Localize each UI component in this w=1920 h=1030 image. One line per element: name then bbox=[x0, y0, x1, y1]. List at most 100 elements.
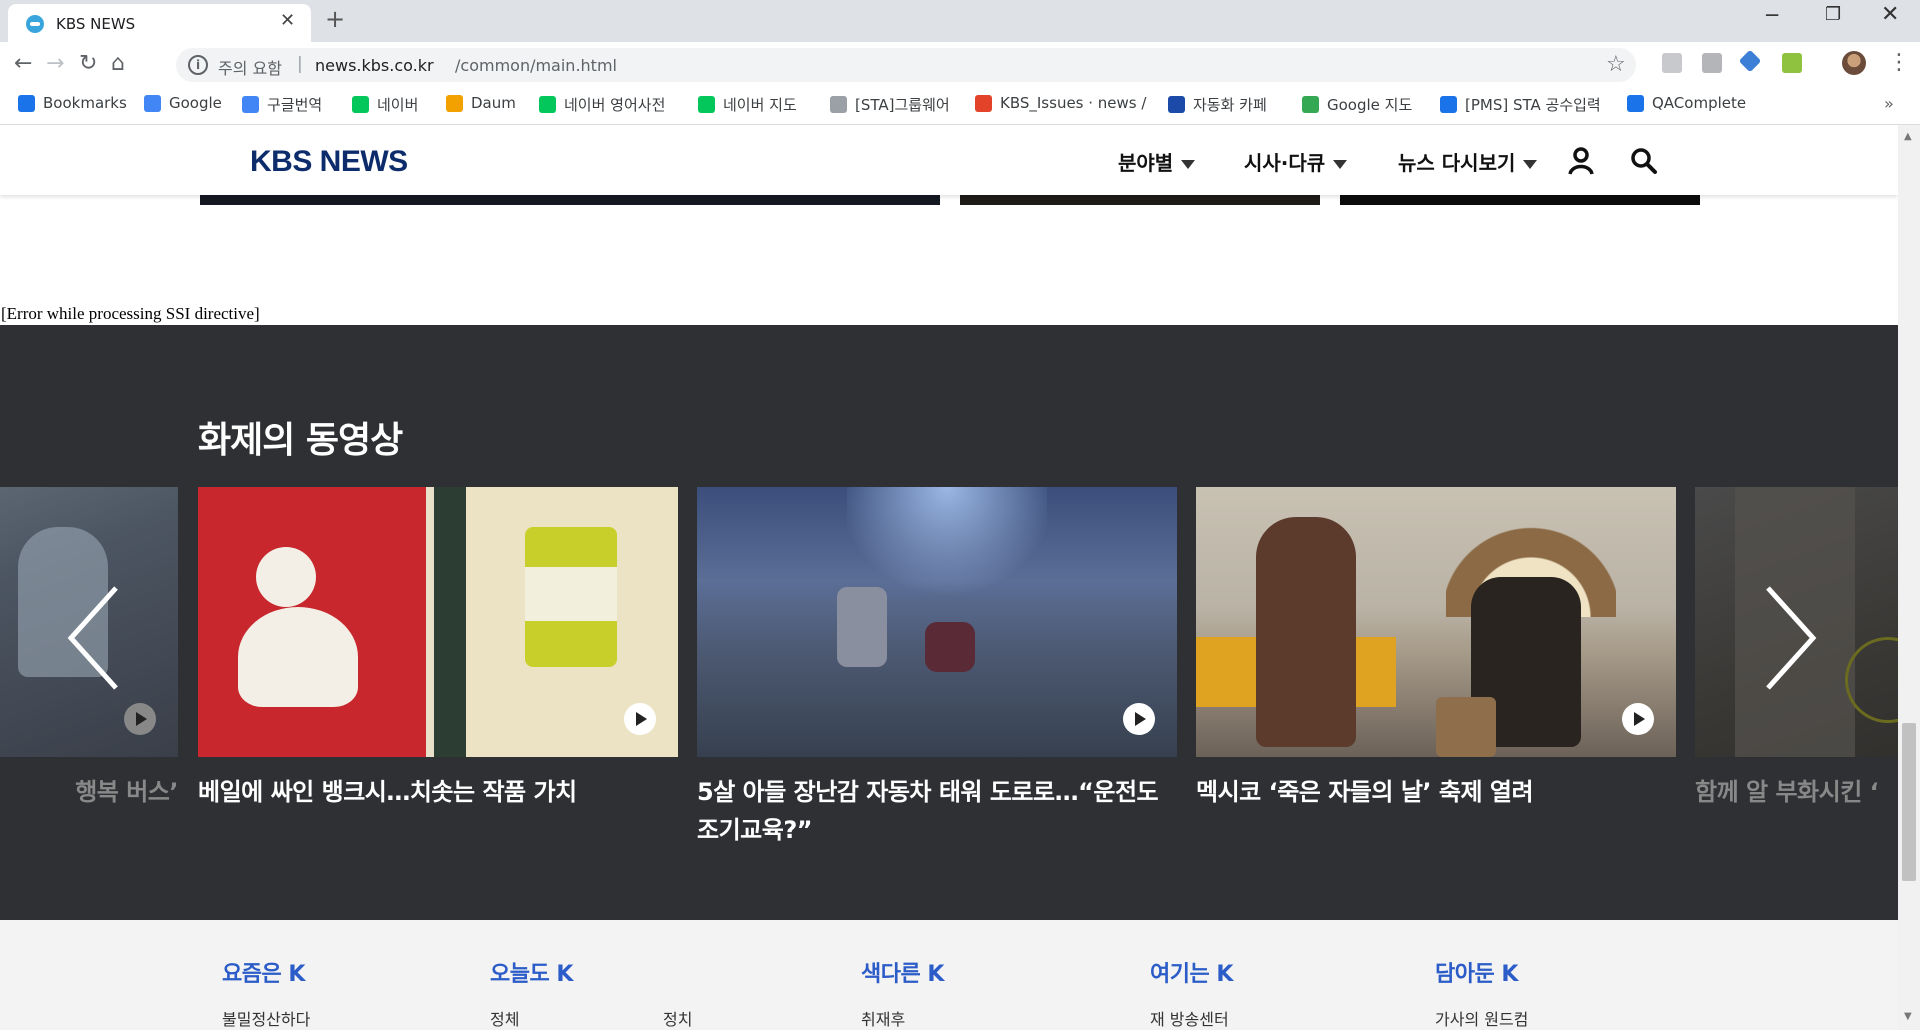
footer-link[interactable]: 정체 bbox=[490, 1006, 519, 1030]
footer-heading[interactable]: 담아둔 K bbox=[1435, 956, 1518, 988]
bookmarks-overflow-icon[interactable]: » bbox=[1884, 94, 1894, 113]
bookmark-label: Daum bbox=[471, 94, 516, 112]
naver-icon bbox=[698, 96, 715, 113]
footer-heading[interactable]: 오늘도 K bbox=[490, 956, 573, 988]
profile-avatar[interactable] bbox=[1842, 51, 1866, 75]
video-title[interactable]: 베일에 싸인 뱅크시…치솟는 작품 가치 bbox=[198, 773, 678, 811]
scroll-thumb[interactable] bbox=[1902, 723, 1916, 881]
info-icon[interactable]: i bbox=[188, 55, 208, 75]
bookmark-label: [STA]그룹웨어 bbox=[855, 96, 950, 114]
video-title[interactable]: 함께 알 부화시킨 ‘ bbox=[1695, 773, 1898, 811]
page-scrollbar[interactable]: ▲ ▼ bbox=[1898, 125, 1920, 1030]
user-icon[interactable] bbox=[1568, 147, 1594, 175]
video-thumbnail[interactable] bbox=[1196, 487, 1676, 757]
sta-icon bbox=[1168, 96, 1185, 113]
bookmark-label: 네이버 bbox=[377, 96, 419, 114]
footer-heading[interactable]: 여기는 K bbox=[1150, 956, 1233, 988]
url-separator: | bbox=[297, 54, 303, 74]
pms-icon bbox=[1440, 96, 1457, 113]
menu-kebab-icon[interactable]: ⋮ bbox=[1888, 50, 1910, 75]
bookmark-item[interactable]: 네이버 bbox=[352, 94, 418, 115]
play-icon[interactable] bbox=[124, 703, 156, 735]
bookmark-item[interactable]: Google 지도 bbox=[1302, 94, 1412, 115]
video-title[interactable]: 5살 아들 장난감 자동차 태워 도로로…“운전도 조기교육?” bbox=[697, 773, 1177, 849]
qa-icon bbox=[1627, 94, 1644, 112]
caret-down-icon bbox=[1333, 160, 1348, 169]
site-header: KBS NEWS 분야별 시사·다큐 뉴스 다시보기 bbox=[0, 125, 1898, 195]
bookmark-item[interactable]: 구글번역 bbox=[242, 94, 322, 115]
carousel-next-arrow-icon[interactable] bbox=[1758, 583, 1818, 693]
extension-ex-icon[interactable] bbox=[1702, 53, 1722, 73]
new-tab-icon[interactable]: + bbox=[325, 5, 345, 33]
footer-link[interactable]: 가사의 원드컴 bbox=[1435, 1006, 1528, 1030]
bookmark-item[interactable]: Google bbox=[144, 94, 222, 112]
video-title[interactable]: 멕시코 ‘죽은 자들의 날’ 축제 열려 bbox=[1196, 773, 1676, 811]
bookmark-item[interactable]: KBS_Issues · news / bbox=[975, 94, 1146, 112]
star-icon bbox=[18, 94, 35, 112]
reload-icon[interactable]: ↻ bbox=[79, 51, 97, 76]
bookmark-item[interactable]: Bookmarks bbox=[18, 94, 127, 112]
footer-link[interactable]: 정치 bbox=[663, 1006, 692, 1030]
translate-icon bbox=[242, 96, 259, 113]
video-thumbnail[interactable] bbox=[697, 487, 1177, 757]
restore-icon[interactable]: ❐ bbox=[1825, 4, 1841, 25]
play-icon[interactable] bbox=[1123, 703, 1155, 735]
bookmark-label: Bookmarks bbox=[43, 94, 127, 112]
bookmark-item[interactable]: [PMS] STA 공수입력 bbox=[1440, 94, 1601, 115]
video-title[interactable]: 행복 버스’ bbox=[0, 773, 178, 811]
browser-tab[interactable]: KBS NEWS ✕ bbox=[8, 4, 311, 42]
carousel-prev-arrow-icon[interactable] bbox=[66, 583, 126, 693]
bookmark-item[interactable]: 네이버 영어사전 bbox=[539, 94, 665, 115]
tab-title: KBS NEWS bbox=[56, 15, 136, 33]
forward-icon[interactable]: → bbox=[46, 51, 64, 76]
bookmark-item[interactable]: 네이버 지도 bbox=[698, 94, 797, 115]
video-card[interactable]: 베일에 싸인 뱅크시…치솟는 작품 가치 bbox=[198, 487, 678, 811]
bookmark-star-icon[interactable]: ☆ bbox=[1606, 52, 1626, 77]
footer-link[interactable]: 불밀정산하다 bbox=[222, 1006, 310, 1030]
footer-heading[interactable]: 요즘은 K bbox=[222, 956, 305, 988]
video-thumbnail[interactable] bbox=[198, 487, 678, 757]
kbs-news-logo[interactable]: KBS NEWS bbox=[250, 145, 408, 179]
address-bar[interactable]: i 주의 요함 | news.kbs.co.kr /common/main.ht… bbox=[176, 48, 1636, 82]
footer-heading[interactable]: 색다른 K bbox=[861, 956, 944, 988]
nav-current-affairs[interactable]: 시사·다큐 bbox=[1244, 147, 1348, 176]
extension-ladder-icon[interactable] bbox=[1782, 53, 1802, 73]
caret-down-icon bbox=[1181, 160, 1196, 169]
video-card[interactable]: 멕시코 ‘죽은 자들의 날’ 축제 열려 bbox=[1196, 487, 1676, 811]
bookmark-item[interactable]: QAComplete bbox=[1627, 94, 1746, 112]
url-path: /common/main.html bbox=[455, 56, 617, 75]
nav-category[interactable]: 분야별 bbox=[1118, 147, 1196, 176]
footer-link[interactable]: 재 방송센터 bbox=[1150, 1006, 1229, 1030]
search-icon[interactable] bbox=[1630, 147, 1658, 175]
maps-icon bbox=[1302, 96, 1319, 113]
bookmark-label: QAComplete bbox=[1652, 94, 1747, 112]
scroll-up-icon[interactable]: ▲ bbox=[1904, 131, 1912, 142]
home-icon[interactable]: ⌂ bbox=[111, 51, 125, 76]
tab-close-icon[interactable]: ✕ bbox=[280, 10, 295, 31]
nav-news-replay[interactable]: 뉴스 다시보기 bbox=[1398, 147, 1538, 176]
naver-icon bbox=[352, 96, 369, 113]
page-icon bbox=[830, 96, 847, 113]
play-icon[interactable] bbox=[1622, 703, 1654, 735]
bookmark-item[interactable]: [STA]그룹웨어 bbox=[830, 94, 950, 115]
previous-section-image bbox=[960, 195, 1320, 205]
nav-news-replay-label: 뉴스 다시보기 bbox=[1398, 151, 1516, 175]
minimize-icon[interactable]: ─ bbox=[1766, 3, 1778, 27]
gitlab-icon bbox=[975, 94, 992, 112]
browser-tab-strip: KBS NEWS ✕ + ─ ❐ ✕ bbox=[0, 0, 1920, 42]
bookmark-item[interactable]: Daum bbox=[446, 94, 516, 112]
kbs-favicon-icon bbox=[26, 15, 44, 33]
extension-arrow-icon[interactable] bbox=[1738, 49, 1762, 73]
url-host: news.kbs.co.kr bbox=[315, 56, 434, 75]
caret-down-icon bbox=[1523, 160, 1538, 169]
back-icon[interactable]: ← bbox=[14, 51, 32, 76]
play-icon[interactable] bbox=[624, 703, 656, 735]
extension-icon[interactable] bbox=[1662, 53, 1682, 73]
scroll-down-icon[interactable]: ▼ bbox=[1904, 1011, 1912, 1022]
bookmark-item[interactable]: 자동화 카페 bbox=[1168, 94, 1267, 115]
footer-link[interactable]: 취재후 bbox=[861, 1006, 905, 1030]
video-card[interactable]: 5살 아들 장난감 자동차 태워 도로로…“운전도 조기교육?” bbox=[697, 487, 1177, 849]
bookmark-label: KBS_Issues · news / bbox=[1000, 94, 1147, 112]
window-close-icon[interactable]: ✕ bbox=[1881, 2, 1899, 27]
security-label: 주의 요함 bbox=[218, 59, 282, 78]
